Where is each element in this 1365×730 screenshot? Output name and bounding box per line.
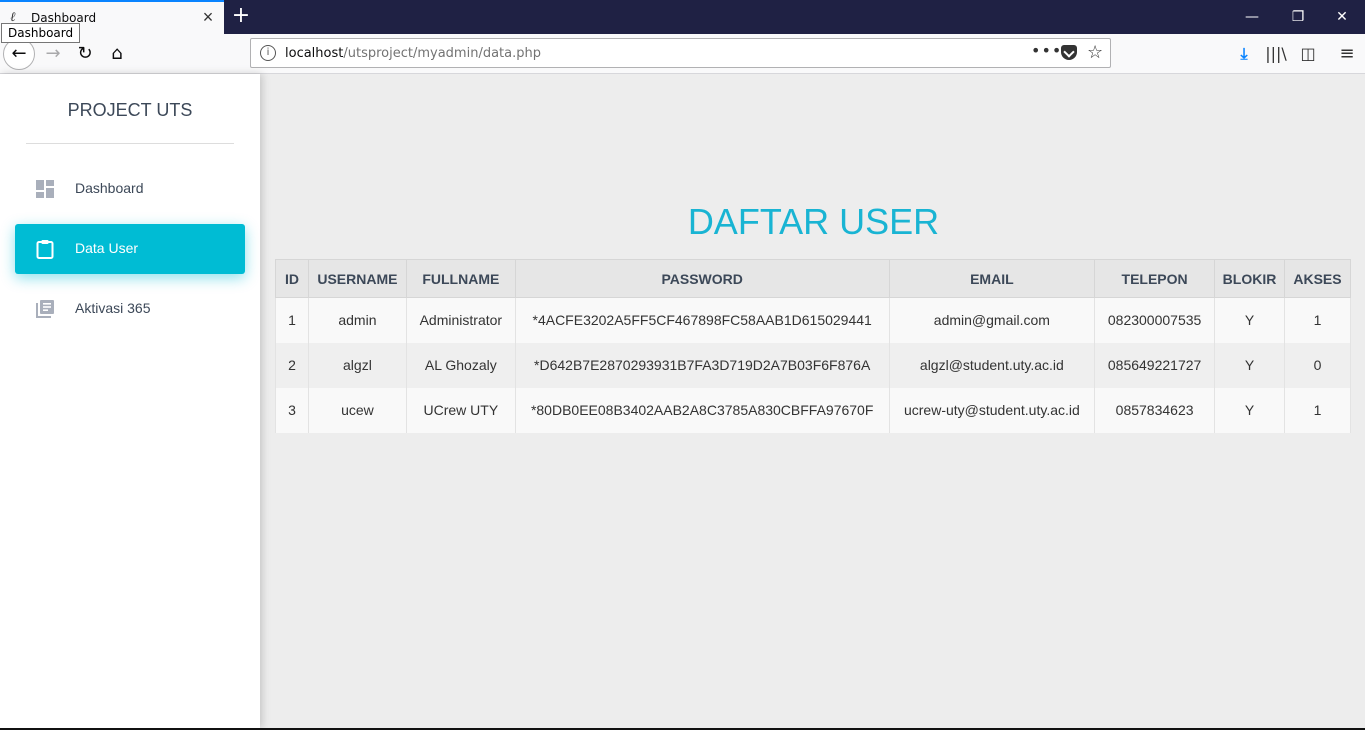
table-row: 3 ucew UCrew UTY *80DB0EE08B3402AAB2A8C3… — [275, 387, 1351, 433]
sidebar-item-label: Dashboard — [75, 180, 144, 196]
browser-toolbar: ← → ↻ ⌂ i localhost/utsproject/myadmin/d… — [0, 34, 1365, 74]
bookmark-star-icon[interactable]: ☆ — [1087, 42, 1103, 63]
sidebar-item-dashboard[interactable]: Dashboard — [15, 164, 245, 214]
tab-tooltip: Dashboard — [1, 23, 81, 43]
pocket-icon[interactable] — [1061, 45, 1077, 60]
sidebar-item-label: Aktivasi 365 — [75, 300, 151, 316]
cell-username: algzl — [307, 342, 407, 388]
user-table: ID USERNAME FULLNAME PASSWORD EMAIL TELE… — [275, 259, 1351, 433]
sidebar-divider — [26, 143, 234, 144]
cell-akses: 0 — [1284, 342, 1351, 388]
sidebar: PROJECT UTS Dashboard Data User Aktivasi… — [0, 74, 260, 728]
new-tab-button[interactable]: + — [229, 4, 253, 28]
cell-blokir: Y — [1214, 387, 1285, 433]
download-icon[interactable]: ⤓ — [1233, 43, 1255, 65]
table-header-row: ID USERNAME FULLNAME PASSWORD EMAIL TELE… — [275, 259, 1351, 298]
sidebar-item-aktivasi[interactable]: Aktivasi 365 — [15, 284, 245, 334]
cell-telepon: 085649221727 — [1094, 342, 1216, 388]
cell-email: ucrew-uty@student.uty.ac.id — [888, 387, 1096, 433]
column-header: BLOKIR — [1214, 259, 1285, 298]
cell-telepon: 082300007535 — [1094, 297, 1216, 343]
cell-akses: 1 — [1284, 297, 1351, 343]
library-icon[interactable]: |||\ — [1265, 43, 1287, 65]
cell-password: *80DB0EE08B3402AAB2A8C3785A830CBFFA97670… — [514, 387, 890, 433]
page-title: DAFTAR USER — [687, 201, 940, 242]
tab-close-icon[interactable]: × — [198, 7, 218, 27]
column-header: ID — [275, 259, 309, 298]
cell-email: admin@gmail.com — [888, 297, 1096, 343]
cell-username: admin — [307, 297, 407, 343]
page-content: PROJECT UTS Dashboard Data User Aktivasi… — [0, 74, 1365, 728]
url-path: /utsproject/myadmin/data.php — [343, 46, 541, 61]
url-text[interactable]: localhost/utsproject/myadmin/data.php — [285, 46, 541, 61]
cell-username: ucew — [307, 387, 407, 433]
clipboard-icon — [36, 240, 54, 259]
minimize-button[interactable]: — — [1229, 0, 1275, 34]
page-actions-icon[interactable]: ••• — [1031, 41, 1062, 60]
cell-akses: 1 — [1284, 387, 1351, 433]
cell-blokir: Y — [1214, 297, 1285, 343]
dashboard-icon — [36, 180, 54, 198]
column-header: TELEPON — [1094, 259, 1216, 298]
cell-fullname: Administrator — [405, 297, 516, 343]
cell-blokir: Y — [1214, 342, 1285, 388]
window-close-button[interactable]: ✕ — [1319, 0, 1365, 34]
hamburger-menu-icon[interactable]: ≡ — [1336, 43, 1358, 65]
cell-id: 3 — [275, 387, 309, 433]
brand-title: PROJECT UTS — [67, 100, 193, 120]
restore-button[interactable]: ❐ — [1275, 0, 1321, 34]
cell-password: *D642B7E2870293931B7FA3D719D2A7B03F6F876… — [514, 342, 890, 388]
column-header: EMAIL — [888, 259, 1096, 298]
cell-fullname: UCrew UTY — [405, 387, 516, 433]
cell-fullname: AL Ghozaly — [405, 342, 516, 388]
column-header: USERNAME — [307, 259, 407, 298]
column-header: FULLNAME — [405, 259, 516, 298]
sidebar-toggle-icon[interactable]: ◫ — [1297, 43, 1319, 65]
cell-password: *4ACFE3202A5FF5CF467898FC58AAB1D61502944… — [514, 297, 890, 343]
column-header: PASSWORD — [514, 259, 890, 298]
cell-telepon: 0857834623 — [1094, 387, 1216, 433]
library-books-icon — [36, 300, 54, 318]
sidebar-item-data-user[interactable]: Data User — [15, 224, 245, 274]
url-bar[interactable]: i localhost/utsproject/myadmin/data.php … — [250, 38, 1111, 68]
sidebar-item-label: Data User — [75, 240, 139, 256]
table-row: 2 algzl AL Ghozaly *D642B7E2870293931B7F… — [275, 342, 1351, 388]
cell-id: 2 — [275, 342, 309, 388]
url-host: localhost — [285, 46, 344, 61]
cell-email: algzl@student.uty.ac.id — [888, 342, 1096, 388]
site-info-icon[interactable]: i — [260, 45, 276, 61]
table-row: 1 admin Administrator *4ACFE3202A5FF5CF4… — [275, 297, 1351, 343]
browser-titlebar: ℓ Dashboard × + — ❐ ✕ — [0, 0, 1365, 34]
cell-id: 1 — [275, 297, 309, 343]
home-button[interactable]: ⌂ — [101, 38, 133, 70]
column-header: AKSES — [1284, 259, 1351, 298]
